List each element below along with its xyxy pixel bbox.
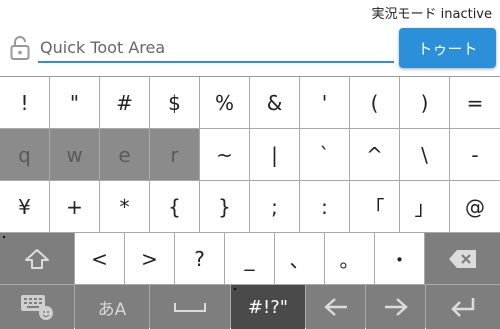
key-e[interactable]: e [100,129,149,180]
lock-open-icon[interactable] [10,35,30,61]
key-yen[interactable]: ¥ [0,181,49,232]
key-paren-open[interactable]: ( [350,77,399,128]
keyboard-row-5: あA #!?" [0,285,500,329]
key-w[interactable]: w [50,129,99,180]
key-underscore[interactable]: _ [225,233,274,284]
key-r[interactable]: r [150,129,199,180]
key-tilde[interactable]: ~ [200,129,249,180]
shift-arrow-icon [24,248,50,270]
keyboard-emoji-icon [19,292,55,322]
key-plus[interactable]: + [50,181,99,232]
cursor-left-key[interactable] [306,285,365,329]
keyboard-row-2: q w e r ~ | ` ^ \ - [0,129,500,180]
key-apostrophe[interactable]: ' [300,77,349,128]
backspace-icon [448,249,478,269]
key-at[interactable]: @ [450,181,500,232]
key-backtick[interactable]: ` [300,129,349,180]
key-percent[interactable]: % [200,77,249,128]
kana-mode-key[interactable]: あA [75,285,149,329]
key-hash[interactable]: # [100,77,149,128]
key-middle-dot[interactable]: ・ [375,233,424,284]
space-icon [173,300,207,314]
symbol-keyboard: ! " # $ % & ' ( ) = q w e r ~ | ` ^ \ - … [0,76,500,329]
shift-key[interactable] [0,233,74,284]
key-paren-close[interactable]: ) [400,77,449,128]
keyboard-row-1: ! " # $ % & ' ( ) = [0,77,500,128]
keyboard-row-3: ¥ + * { } ; : 「 」 @ [0,181,500,232]
key-hyphen[interactable]: - [450,129,500,180]
key-brace-close[interactable]: } [200,181,249,232]
key-asterisk[interactable]: * [100,181,149,232]
arrow-right-icon [383,297,409,317]
key-semicolon[interactable]: ; [250,181,299,232]
key-ideographic-period[interactable]: 。 [325,233,374,284]
key-q[interactable]: q [0,129,49,180]
key-exclamation[interactable]: ! [0,77,49,128]
enter-key[interactable] [426,285,500,329]
key-indicator-dot [3,236,5,238]
keyboard-emoji-key[interactable] [0,285,74,329]
quick-toot-input[interactable] [38,34,394,63]
toot-button[interactable]: トゥート [399,28,496,68]
key-indicator-dot [234,288,236,290]
key-ideographic-comma[interactable]: 、 [275,233,324,284]
key-greater-than[interactable]: > [125,233,174,284]
key-corner-bracket-close[interactable]: 」 [400,181,449,232]
cursor-right-key[interactable] [366,285,425,329]
key-dollar[interactable]: $ [150,77,199,128]
arrow-left-icon [323,297,349,317]
key-corner-bracket-open[interactable]: 「 [350,181,399,232]
status-indicator: 実況モード inactive [371,7,493,22]
key-less-than[interactable]: < [75,233,124,284]
backspace-key[interactable] [425,233,500,284]
key-brace-open[interactable]: { [150,181,199,232]
key-equals[interactable]: = [450,77,500,128]
symbols-mode-key[interactable]: #!?" [231,285,305,329]
space-key[interactable] [150,285,230,329]
symbols-mode-label: #!?" [247,296,289,318]
key-double-quote[interactable]: " [50,77,99,128]
key-pipe[interactable]: | [250,129,299,180]
key-question[interactable]: ? [175,233,224,284]
keyboard-row-4: < > ? _ 、 。 ・ [0,233,500,284]
key-colon[interactable]: : [300,181,349,232]
enter-icon [449,296,477,318]
key-caret[interactable]: ^ [350,129,399,180]
key-backslash[interactable]: \ [400,129,449,180]
key-ampersand[interactable]: & [250,77,299,128]
